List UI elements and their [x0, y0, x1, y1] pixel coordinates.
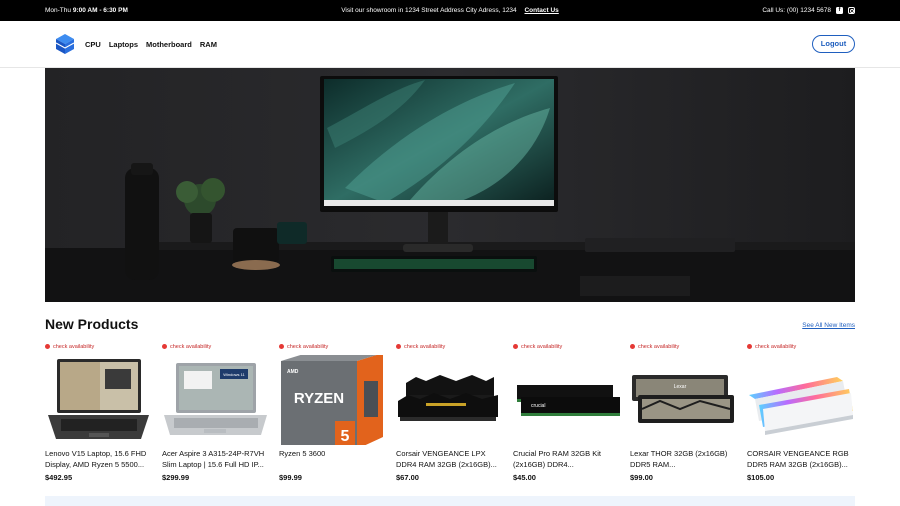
- product-card[interactable]: check availability Lenovo V15 Laptop, 15…: [45, 342, 152, 487]
- availability-dot-icon: [279, 344, 284, 349]
- availability-dot-icon: [45, 344, 50, 349]
- product-name[interactable]: Ryzen 5 3600: [279, 448, 386, 470]
- product-price: $67.00: [396, 473, 419, 482]
- availability-text: check availability: [404, 343, 446, 350]
- crucial-logo-text: crucial: [531, 403, 545, 409]
- product-card[interactable]: check availability Windows 11 Acer Aspir…: [162, 342, 269, 487]
- product-name[interactable]: Corsair VENGEANCE LPX DDR4 RAM 32GB (2x1…: [396, 448, 503, 470]
- product-price: $45.00: [513, 473, 536, 482]
- product-image[interactable]: AMD RYZEN 5: [279, 355, 386, 445]
- facebook-icon[interactable]: f: [836, 7, 843, 14]
- availability-text: check availability: [755, 343, 797, 350]
- availability-status: check availability: [162, 342, 269, 351]
- windows-badge-text: Windows 11: [223, 372, 245, 377]
- product-image[interactable]: Lexar: [630, 355, 737, 445]
- lexar-logo-text: Lexar: [674, 384, 687, 390]
- product-image[interactable]: crucial: [513, 355, 620, 445]
- store-logo-icon[interactable]: [56, 34, 74, 54]
- availability-dot-icon: [513, 344, 518, 349]
- contact-us-link[interactable]: Contact Us: [524, 7, 558, 14]
- availability-status: check availability: [630, 342, 737, 351]
- showroom-text: Visit our showroom in 1234 Street Addres…: [341, 7, 517, 14]
- instagram-icon[interactable]: [848, 7, 855, 14]
- availability-status: check availability: [279, 342, 386, 351]
- availability-text: check availability: [638, 343, 680, 350]
- product-card[interactable]: check availability CORSAIR VENGEANCE RGB…: [747, 342, 854, 487]
- next-section-band: [45, 496, 855, 506]
- availability-dot-icon: [630, 344, 635, 349]
- availability-status: check availability: [747, 342, 854, 351]
- product-image[interactable]: [45, 355, 152, 445]
- phone-text: Call Us: (00) 1234 5678: [762, 7, 831, 14]
- availability-text: check availability: [170, 343, 212, 350]
- product-name[interactable]: CORSAIR VENGEANCE RGB DDR5 RAM 32GB (2x1…: [747, 448, 854, 470]
- availability-status: check availability: [513, 342, 620, 351]
- product-card[interactable]: check availability AMD RYZEN 5 Ryzen 5 3…: [279, 342, 386, 487]
- logout-button[interactable]: Logout: [812, 35, 855, 53]
- availability-text: check availability: [521, 343, 563, 350]
- product-price: $99.99: [279, 473, 302, 482]
- see-all-link[interactable]: See All New Items: [802, 322, 855, 329]
- product-image[interactable]: [396, 355, 503, 445]
- ryzen-tier-text: 5: [341, 428, 350, 445]
- product-name[interactable]: Lexar THOR 32GB (2x16GB) DDR5 RAM...: [630, 448, 737, 470]
- nav-link-ram[interactable]: RAM: [200, 40, 217, 49]
- availability-dot-icon: [396, 344, 401, 349]
- product-list: check availability Lenovo V15 Laptop, 15…: [45, 342, 859, 492]
- availability-status: check availability: [45, 342, 152, 351]
- product-price: $99.00: [630, 473, 653, 482]
- product-card[interactable]: check availability Corsair VENGEANCE LPX…: [396, 342, 503, 487]
- product-price: $105.00: [747, 473, 775, 482]
- product-image[interactable]: [747, 355, 854, 445]
- amd-logo-text: AMD: [287, 369, 299, 375]
- availability-status: check availability: [396, 342, 503, 351]
- main-navbar: CPU Laptops Motherboard RAM Logout: [0, 21, 900, 68]
- product-price: $492.95: [45, 473, 73, 482]
- ryzen-logo-text: RYZEN: [294, 390, 344, 407]
- availability-dot-icon: [747, 344, 752, 349]
- product-name[interactable]: Acer Aspire 3 A315-24P-R7VH Slim Laptop …: [162, 448, 269, 470]
- product-name[interactable]: Crucial Pro RAM 32GB Kit (2x16GB) DDR4..…: [513, 448, 620, 470]
- hero-banner-image: [45, 68, 855, 302]
- availability-text: check availability: [287, 343, 329, 350]
- nav-link-cpu[interactable]: CPU: [85, 40, 101, 49]
- nav-link-motherboard[interactable]: Motherboard: [146, 40, 192, 49]
- contact-info: Call Us: (00) 1234 5678 f: [762, 7, 855, 14]
- nav-link-laptops[interactable]: Laptops: [109, 40, 138, 49]
- product-image[interactable]: Windows 11: [162, 355, 269, 445]
- top-info-bar: Mon-Thu 9:00 AM - 6:30 PM Visit our show…: [0, 0, 900, 21]
- availability-text: check availability: [53, 343, 95, 350]
- product-price: $299.99: [162, 473, 190, 482]
- product-card[interactable]: check availability crucial Crucial Pro R…: [513, 342, 620, 487]
- product-name[interactable]: Lenovo V15 Laptop, 15.6 FHD Display, AMD…: [45, 448, 152, 470]
- product-card[interactable]: check availability Lexar Lexar THOR 32GB…: [630, 342, 737, 487]
- availability-dot-icon: [162, 344, 167, 349]
- section-title: New Products: [45, 316, 139, 332]
- nav-links: CPU Laptops Motherboard RAM: [85, 40, 217, 49]
